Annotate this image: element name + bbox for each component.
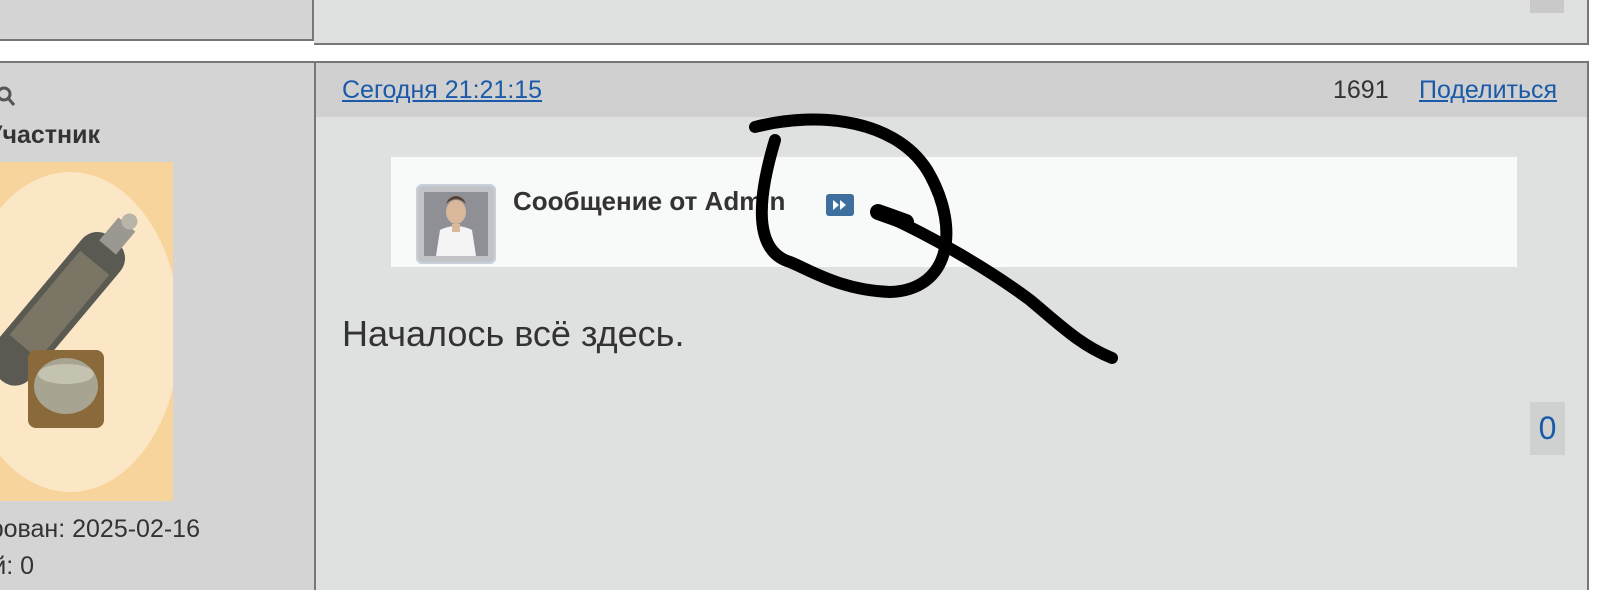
search-icon[interactable] [0, 86, 20, 108]
quote-author-avatar [416, 184, 496, 264]
forward-link-icon[interactable] [826, 194, 854, 216]
post-number: 1691 [1333, 76, 1389, 104]
share-link[interactable]: Поделиться [1419, 76, 1557, 105]
user-rank: Участник [0, 121, 100, 149]
previous-post-reputation-box [1530, 0, 1564, 13]
person-photo [418, 186, 494, 262]
registration-date: Зарегистрирован: 2025-02-16 [0, 515, 200, 543]
reputation-counter[interactable]: 0 [1530, 402, 1565, 455]
post-date-link[interactable]: Сегодня 21:21:15 [342, 76, 542, 105]
post-message: Началось всё здесь. [342, 313, 685, 354]
previous-post-author-column [0, 0, 314, 41]
user-avatar[interactable] [0, 162, 173, 501]
previous-post-body [314, 0, 1589, 45]
vacuum-tube-image [0, 172, 173, 492]
quote-author-label: Сообщение от Admin [513, 186, 786, 216]
posts-count: Сообщений: 0 [0, 552, 34, 580]
